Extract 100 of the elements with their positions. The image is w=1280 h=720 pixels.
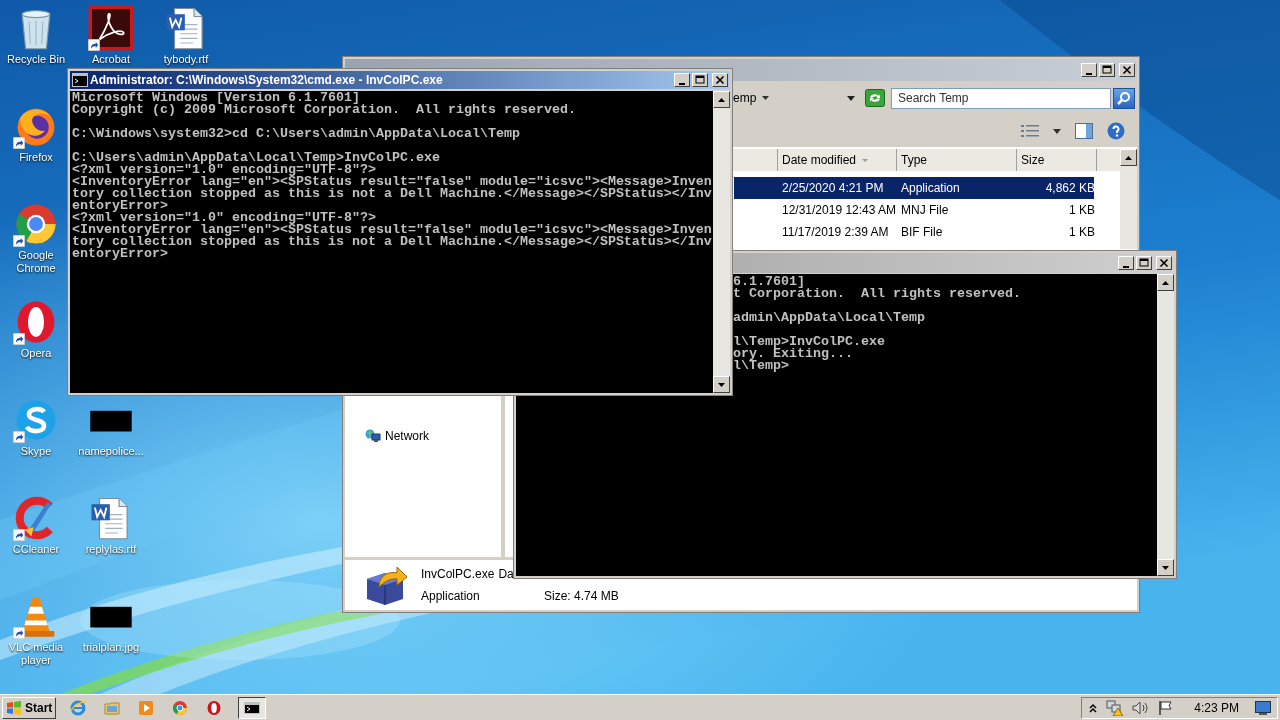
icon-label: VLC media player [7,641,65,667]
console-line: entoryError> [72,248,169,260]
table-cell-text: BIF File [900,224,944,241]
icon-label: replylas.rtf [84,543,138,556]
down-arrow-icon [718,382,725,387]
search-button[interactable] [1113,87,1135,109]
start-button[interactable]: Start [2,696,57,719]
column-header[interactable]: Date modified [778,149,897,171]
up-arrow-icon [1125,155,1132,160]
column-header[interactable] [732,149,778,171]
search-field[interactable]: Search Temp [891,87,1111,109]
network-warning-icon[interactable] [1106,699,1125,716]
icon-label: Opera [19,347,53,360]
icon-label: CCleaner [11,543,61,556]
address-breadcrumb[interactable]: emp [733,89,757,107]
maximize-button[interactable] [1136,256,1152,270]
show-desktop-icon[interactable] [1255,700,1271,715]
folder-icon [104,699,121,716]
browser-icon [70,699,87,716]
icon-label: Recycle Bin [5,53,67,66]
window-title: Administrator: C:\Windows\System32\cmd.exe - InvColPC.exe [90,72,444,89]
close-icon [1121,64,1133,76]
icon-label: Acrobat [91,53,131,66]
minimize-icon [1086,72,1092,75]
scroll-up-button[interactable] [713,91,730,108]
scrollbar[interactable] [713,91,730,393]
scroll-down-button[interactable] [1157,559,1174,576]
close-button[interactable] [1119,63,1135,77]
nav-item[interactable]: Network [345,426,501,446]
console-line: C:\Users\admin\AppData\Local\Temp>InvColPC.exe [72,152,441,164]
search-icon [1117,91,1131,105]
console-line: Copyright (c) 2009 Microsoft Corporation. All rights reserved. [72,104,577,116]
maximize-icon [694,74,706,86]
console-line: <?xml version="1.0" encoding="UTF-8"?> [72,164,376,176]
clock[interactable]: 4:23 PM [1194,698,1239,717]
icon-label: namepolice... [77,445,145,458]
console-icon [244,699,261,716]
preview-pane-icon[interactable] [1075,123,1093,139]
chrome-icon [172,699,189,716]
file-row[interactable]: 12/31/2019 12:43 AM MNJ File 1 KB [734,199,1094,221]
maximize-button[interactable] [692,73,708,87]
console-line: Microsoft Windows [Version 6.1.7601] [72,92,360,104]
console-line: tory collection stopped as this is not a Dell Machine.</Message></SPStatus></Inv [72,188,713,200]
maximize-icon [1138,257,1150,269]
sort-arrow-icon [862,158,869,162]
table-cell-text: 4,862 KB [1044,180,1096,197]
console-line: <?xml version="1.0" encoding="UTF-8"?> [72,212,376,224]
flag-icon[interactable] [1158,699,1175,716]
scroll-up-button[interactable] [1157,274,1174,291]
console-line: l\Temp> [733,360,789,372]
icon-label: Firefox [18,151,54,164]
table-cell-text: Application [900,180,961,197]
console-line: t Corporation. All rights reserved. [733,288,1022,300]
console-line: 6.1.7601] [733,276,805,288]
console-line: C:\Windows\system32>cd C:\Users\admin\AppData\Local\Temp [72,128,521,140]
table-cell-text: 12/31/2019 12:43 AM [781,202,897,219]
console-line: <InventoryError lang="en"><SPStatus result="false" module="icsvc"><Message>Inven [72,176,713,188]
console-line: admin\AppData\Local\Temp [733,312,926,324]
close-button[interactable] [712,73,728,87]
scroll-up-button[interactable] [1120,149,1137,166]
console-line: <InventoryError lang="en"><SPStatus result="false" module="icsvc"><Message>Inven [72,224,713,236]
refresh-icon[interactable] [865,89,885,107]
table-cell-text: 11/17/2019 2:39 AM [781,224,890,241]
table-cell-text: 1 KB [1068,224,1096,241]
chevron-up-icon[interactable] [1088,702,1099,713]
column-header[interactable]: Type [897,149,1017,171]
minimize-button[interactable] [1081,63,1097,77]
dropdown-arrow-icon[interactable] [1053,128,1061,134]
detail-label: Da [498,566,514,583]
opera-icon [206,699,223,716]
column-header[interactable]: Size [1017,149,1097,171]
dropdown-arrow-icon[interactable] [762,96,770,100]
table-cell-text: 1 KB [1068,202,1096,219]
icon-label: tybody.rtf [162,53,210,66]
minimize-button[interactable] [674,73,690,87]
down-arrow-icon [1162,565,1169,570]
volume-icon[interactable] [1132,699,1151,716]
maximize-button[interactable] [1099,63,1115,77]
view-options-icon[interactable] [1021,124,1039,138]
file-type: Application [421,588,481,605]
minimize-button[interactable] [1118,256,1134,270]
up-arrow-icon [1162,280,1169,285]
console-line: entoryError> [72,200,168,212]
file-row[interactable]: 11/17/2019 2:39 AM BIF File 1 KB [734,221,1094,243]
console-line: ory. Exiting... [733,348,853,360]
file-row[interactable]: 2/25/2020 4:21 PM Application 4,862 KB [734,177,1094,199]
windows-logo-icon [6,700,22,715]
file-name: InvColPC.exe [421,566,495,583]
close-button[interactable] [1156,256,1172,270]
scrollbar[interactable] [1157,274,1174,576]
up-arrow-icon [718,97,725,102]
taskbar-button[interactable] [238,696,267,719]
help-icon[interactable] [1107,122,1125,140]
dropdown-arrow-icon[interactable] [847,95,855,101]
close-icon [714,74,726,86]
scroll-down-button[interactable] [713,376,730,393]
pdf-document-icon[interactable] [88,5,134,51]
icon-label: trialplan.jpg [81,641,141,654]
table-cell-text: 2/25/2020 4:21 PM [781,180,885,197]
scrollbar[interactable] [1120,149,1137,249]
